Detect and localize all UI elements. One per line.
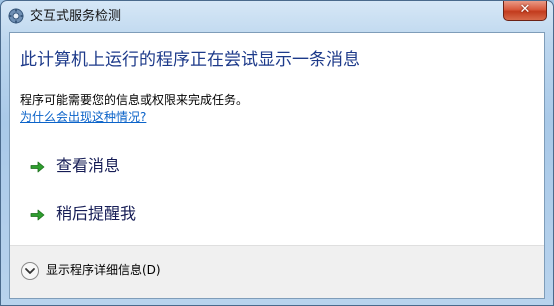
remind-me-later-button[interactable]: 稍后提醒我 bbox=[30, 202, 330, 228]
help-link[interactable]: 为什么会出现这种情况? bbox=[20, 110, 146, 124]
view-message-label: 查看消息 bbox=[56, 156, 121, 175]
remind-me-later-label: 稍后提醒我 bbox=[56, 204, 137, 223]
show-details-button[interactable]: 显示程序详细信息(D) bbox=[20, 260, 210, 282]
main-instruction: 此计算机上运行的程序正在尝试显示一条消息 bbox=[20, 50, 360, 70]
chevron-down-icon bbox=[21, 262, 39, 280]
view-message-button[interactable]: 查看消息 bbox=[30, 154, 330, 180]
dialog-content-area: 此计算机上运行的程序正在尝试显示一条消息 程序可能需要您的信息或权限来完成任务。… bbox=[9, 32, 545, 299]
show-details-label: 显示程序详细信息(D) bbox=[46, 263, 161, 277]
content-text: 程序可能需要您的信息或权限来完成任务。 bbox=[20, 93, 249, 107]
green-arrow-icon bbox=[30, 209, 45, 221]
close-icon: ✕ bbox=[519, 2, 531, 17]
title-bar[interactable]: 交互式服务检测 ✕ bbox=[1, 1, 553, 31]
close-button[interactable]: ✕ bbox=[503, 1, 547, 21]
dialog-window: 交互式服务检测 ✕ 此计算机上运行的程序正在尝试显示一条消息 程序可能需要您的信… bbox=[0, 0, 554, 306]
dialog-footer: 显示程序详细信息(D) bbox=[10, 245, 544, 298]
service-detection-icon bbox=[8, 8, 24, 24]
window-title: 交互式服务检测 bbox=[30, 9, 122, 24]
green-arrow-icon bbox=[30, 161, 45, 173]
